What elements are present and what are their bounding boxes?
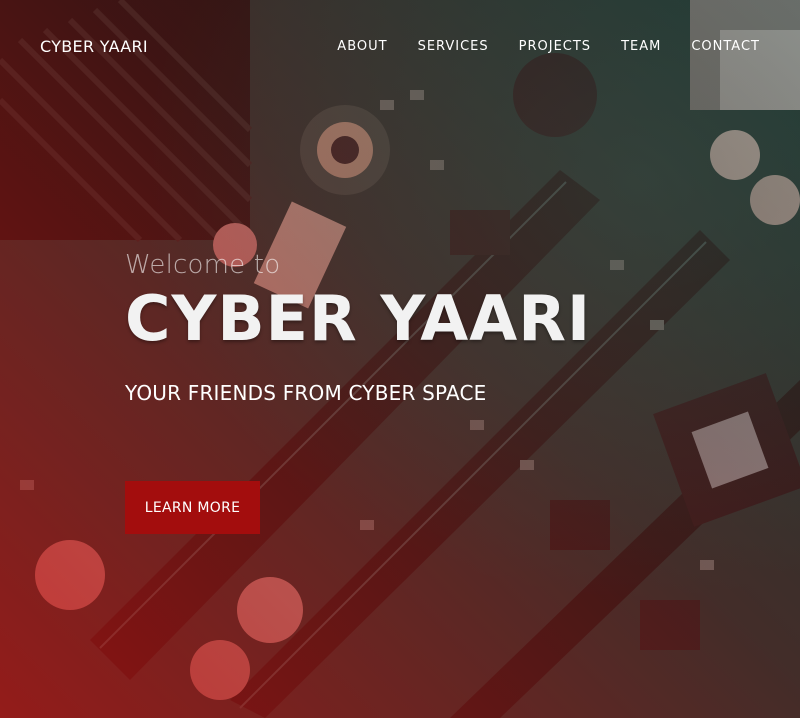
hero-headline: CYBER YAARI: [125, 282, 592, 355]
nav-links: ABOUT SERVICES PROJECTS TEAM CONTACT: [337, 39, 760, 54]
hero-section: CYBER YAARI ABOUT SERVICES PROJECTS TEAM…: [0, 0, 800, 718]
top-navbar: CYBER YAARI ABOUT SERVICES PROJECTS TEAM…: [0, 0, 800, 92]
nav-link-projects[interactable]: PROJECTS: [519, 39, 591, 54]
nav-link-about[interactable]: ABOUT: [337, 39, 387, 54]
nav-link-contact[interactable]: CONTACT: [691, 39, 760, 54]
welcome-text: Welcome to: [125, 250, 281, 280]
hero-intro: Welcome to CYBER YAARI YOUR FRIENDS FROM…: [125, 250, 765, 405]
hero-tagline: YOUR FRIENDS FROM CYBER SPACE: [125, 381, 487, 406]
learn-more-button[interactable]: LEARN MORE: [125, 481, 260, 534]
nav-link-services[interactable]: SERVICES: [418, 39, 489, 54]
nav-link-team[interactable]: TEAM: [621, 39, 661, 54]
brand-logo-link[interactable]: CYBER YAARI: [40, 37, 148, 56]
